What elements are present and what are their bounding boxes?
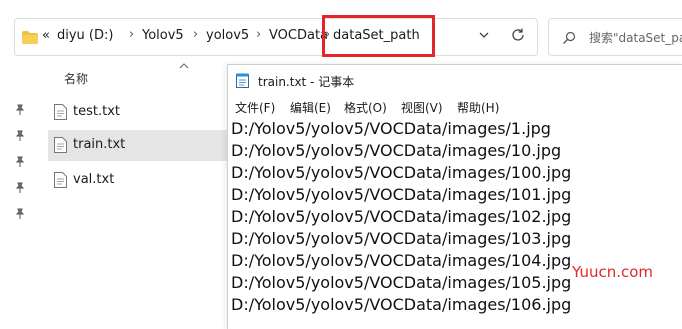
column-header-name[interactable]: 名称 bbox=[64, 70, 88, 87]
file-name: test.txt bbox=[73, 104, 120, 119]
text-line: D:/Yolov5/yolov5/VOCData/images/101.jpg bbox=[231, 185, 572, 204]
refresh-icon[interactable] bbox=[510, 27, 526, 43]
folder-icon bbox=[22, 31, 38, 44]
text-line: D:/Yolov5/yolov5/VOCData/images/103.jpg bbox=[231, 229, 572, 248]
highlight-box bbox=[322, 15, 435, 57]
file-row[interactable]: test.txt bbox=[48, 97, 228, 128]
chevron-right-icon: › bbox=[129, 27, 135, 42]
pin-icon[interactable] bbox=[14, 156, 26, 168]
pin-icon[interactable] bbox=[14, 182, 26, 194]
text-line: D:/Yolov5/yolov5/VOCData/images/105.jpg bbox=[231, 273, 572, 292]
text-line: D:/Yolov5/yolov5/VOCData/images/104.jpg bbox=[231, 251, 572, 270]
text-line: D:/Yolov5/yolov5/VOCData/images/10.jpg bbox=[231, 141, 562, 160]
file-icon bbox=[54, 104, 67, 120]
text-line: D:/Yolov5/yolov5/VOCData/images/102.jpg bbox=[231, 207, 572, 226]
notepad-text-area[interactable]: D:/Yolov5/yolov5/VOCData/images/1.jpg D:… bbox=[231, 119, 682, 329]
notepad-titlebar[interactable]: train.txt - 记事本 bbox=[228, 65, 682, 95]
search-icon bbox=[563, 31, 576, 44]
sort-ascending-icon bbox=[179, 63, 189, 69]
notepad-icon bbox=[236, 73, 249, 88]
menu-file[interactable]: 文件(F) bbox=[235, 99, 275, 116]
chevron-right-icon: › bbox=[256, 27, 262, 42]
search-box[interactable]: 搜索"dataSet_path" bbox=[548, 18, 682, 56]
overflow-crumb[interactable]: « bbox=[42, 28, 50, 43]
pin-icon[interactable] bbox=[14, 130, 26, 142]
crumb-drive[interactable]: diyu (D:) bbox=[57, 28, 113, 43]
crumb-vocdata[interactable]: VOCData bbox=[269, 28, 328, 43]
notepad-window: train.txt - 记事本 文件(F) 编辑(E) 格式(O) 视图(V) … bbox=[227, 64, 682, 329]
crumb-yolov5[interactable]: yolov5 bbox=[206, 28, 249, 43]
pin-icon[interactable] bbox=[14, 104, 26, 116]
text-line: D:/Yolov5/yolov5/VOCData/images/100.jpg bbox=[231, 163, 572, 182]
file-row[interactable]: train.txt bbox=[48, 130, 228, 161]
text-line: D:/Yolov5/yolov5/VOCData/images/1.jpg bbox=[231, 119, 551, 138]
toolbar: « diyu (D:) › Yolov5 › yolov5 › VOCData … bbox=[0, 0, 682, 64]
watermark: Yuucn.com bbox=[572, 263, 654, 281]
file-name: train.txt bbox=[73, 137, 126, 152]
address-bar[interactable]: « diyu (D:) › Yolov5 › yolov5 › VOCData … bbox=[14, 15, 538, 57]
file-row[interactable]: val.txt bbox=[48, 165, 228, 196]
search-input[interactable]: 搜索"dataSet_path" bbox=[589, 29, 682, 46]
file-icon bbox=[54, 172, 67, 188]
file-icon bbox=[54, 137, 67, 153]
text-line: D:/Yolov5/yolov5/VOCData/images/106.jpg bbox=[231, 295, 572, 314]
notepad-menubar: 文件(F) 编辑(E) 格式(O) 视图(V) 帮助(H) bbox=[228, 96, 682, 118]
menu-format[interactable]: 格式(O) bbox=[344, 99, 387, 116]
crumb-yolov5-root[interactable]: Yolov5 bbox=[142, 28, 184, 43]
pin-icon[interactable] bbox=[14, 208, 26, 220]
chevron-right-icon: › bbox=[193, 27, 199, 42]
menu-edit[interactable]: 编辑(E) bbox=[290, 99, 331, 116]
chevron-down-icon[interactable] bbox=[477, 28, 491, 42]
menu-help[interactable]: 帮助(H) bbox=[457, 99, 499, 116]
notepad-title: train.txt - 记事本 bbox=[258, 75, 355, 89]
menu-view[interactable]: 视图(V) bbox=[401, 99, 443, 116]
file-name: val.txt bbox=[73, 172, 115, 187]
